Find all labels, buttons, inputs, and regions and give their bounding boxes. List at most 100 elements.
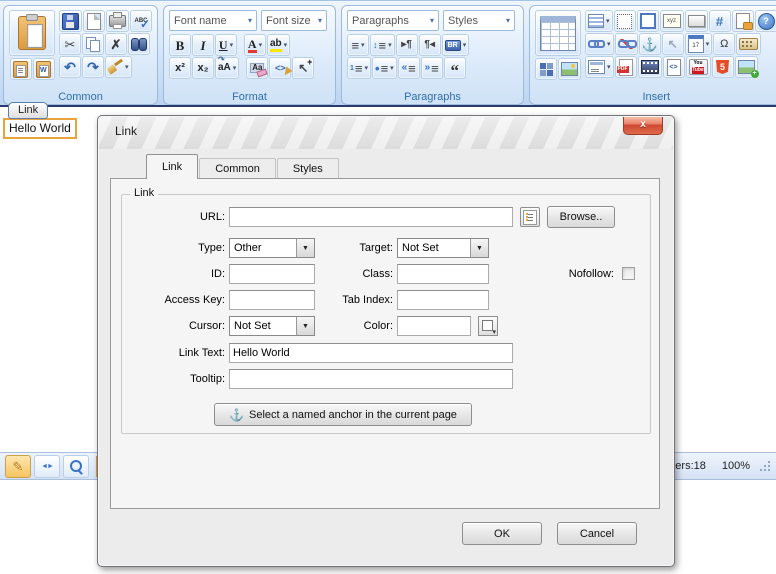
placeholder-button[interactable]: xyz <box>660 10 684 32</box>
selected-text[interactable]: Hello World <box>3 118 77 139</box>
left-to-right-button[interactable]: ▸¶ <box>396 34 418 56</box>
html-mode-button[interactable]: ◄► <box>34 455 60 478</box>
browse-button[interactable]: Browse.. <box>547 206 615 228</box>
image-icon <box>561 62 578 76</box>
align-button[interactable]: ≡▾ <box>347 34 369 56</box>
select-arrow-button[interactable]: ↖ <box>662 33 684 55</box>
insert-line-break-button[interactable]: BR▾ <box>442 34 470 56</box>
document-manager-button[interactable]: ▾ <box>585 56 614 78</box>
paste-from-word-button[interactable] <box>33 58 55 80</box>
color-input[interactable] <box>397 316 471 336</box>
youtube-button[interactable] <box>686 56 711 78</box>
date-time-button[interactable]: ▾ <box>685 33 713 55</box>
cancel-button[interactable]: Cancel <box>557 522 637 545</box>
font-color-button[interactable]: A▾ <box>244 34 266 56</box>
redo-button[interactable]: ↷ <box>82 56 104 78</box>
color-picker-button[interactable] <box>478 316 498 336</box>
indent-button[interactable]: ≡ <box>421 57 443 79</box>
tab-link[interactable]: Link <box>146 154 198 179</box>
spellcheck-button[interactable]: ABC <box>130 10 152 32</box>
tooltip-input[interactable] <box>229 369 513 389</box>
link-text-input[interactable] <box>229 343 513 363</box>
design-mode-button[interactable]: ✎ <box>5 455 31 478</box>
link-tree-button[interactable] <box>520 207 540 227</box>
blockquote-button[interactable]: “ <box>444 57 466 79</box>
tab-index-input[interactable] <box>397 290 489 310</box>
css-styles-combo[interactable]: Styles▾ <box>443 10 515 31</box>
close-button[interactable]: x <box>623 117 663 135</box>
highlight-color-button[interactable]: ab▾ <box>267 34 290 56</box>
chevron-down-icon: ▾ <box>607 63 611 71</box>
page-properties-button[interactable] <box>732 10 754 32</box>
copy-button[interactable] <box>82 33 104 55</box>
subscript-button[interactable]: x₂ <box>192 57 214 79</box>
tab-styles[interactable]: Styles <box>277 158 339 179</box>
bold-button[interactable]: B <box>169 34 191 56</box>
help-button[interactable]: ? <box>755 10 776 32</box>
format-painter-button[interactable]: ▾ <box>105 56 132 78</box>
chevron-down-icon: ▾ <box>259 41 263 49</box>
insert-pdf-button[interactable] <box>615 56 637 78</box>
form-icon <box>588 14 604 28</box>
class-input[interactable] <box>397 264 489 284</box>
new-document-button[interactable] <box>83 10 105 32</box>
select-named-anchor-button[interactable]: ⚓ Select a named anchor in the current p… <box>214 403 472 426</box>
print-button[interactable] <box>106 10 129 32</box>
insert-media-button[interactable] <box>638 56 662 78</box>
undo-button[interactable]: ↶ <box>59 56 81 78</box>
outdent-button[interactable]: ≡ <box>398 57 420 79</box>
code-snippet-button[interactable]: <> <box>663 56 685 78</box>
html5-button[interactable]: 5 <box>712 56 734 78</box>
floppy-icon <box>62 13 79 30</box>
cut-button[interactable]: ✂ <box>59 33 81 55</box>
ok-button[interactable]: OK <box>462 522 542 545</box>
keyboard-button[interactable] <box>736 33 761 55</box>
strip-formatting-button[interactable]: Aa <box>246 57 268 79</box>
select-plus-icon: ↖ <box>298 62 308 74</box>
dialog-tabstrip: Link Common Styles <box>146 154 339 179</box>
underline-button[interactable]: U▾ <box>215 34 237 56</box>
url-input[interactable] <box>229 207 513 227</box>
italic-button[interactable]: I <box>192 34 214 56</box>
insert-link-button[interactable]: ▾ <box>585 33 614 55</box>
insert-table-button[interactable] <box>535 10 581 56</box>
fieldset-button[interactable] <box>637 10 659 32</box>
insert-anchor-button[interactable]: ⚓ <box>639 33 661 55</box>
group-left-column <box>9 10 55 80</box>
dialog-title: Link <box>115 124 137 138</box>
subscript-icon: x₂ <box>197 63 208 74</box>
change-case-button[interactable]: aA▾ <box>215 57 239 79</box>
save-button[interactable] <box>59 10 82 32</box>
resize-grip-icon[interactable] <box>758 459 771 472</box>
remove-link-button[interactable] <box>615 33 638 55</box>
target-select[interactable]: Not Set ▼ <box>397 238 489 258</box>
nofollow-checkbox[interactable] <box>622 267 635 280</box>
insert-grid-button[interactable]: # <box>709 10 731 32</box>
delete-button[interactable]: ✗ <box>105 33 127 55</box>
tab-common[interactable]: Common <box>199 158 276 179</box>
numbered-list-button[interactable]: ≡▾ <box>347 57 371 79</box>
form-elements-button[interactable]: ▾ <box>585 10 613 32</box>
dialog-titlebar[interactable]: Link x <box>99 117 673 149</box>
clean-code-button[interactable]: <> <box>269 57 291 79</box>
superscript-button[interactable]: x² <box>169 57 191 79</box>
show-borders-button[interactable] <box>614 10 636 32</box>
paragraph-style-combo[interactable]: Paragraphs▾ <box>347 10 439 31</box>
right-to-left-button[interactable]: ¶◂ <box>419 34 441 56</box>
insert-image-button[interactable] <box>735 56 758 78</box>
select-element-button[interactable]: ↖ <box>292 57 314 79</box>
line-spacing-button[interactable]: ≡▾ <box>370 34 395 56</box>
paste-button[interactable] <box>9 10 55 56</box>
preview-mode-button[interactable] <box>63 455 89 478</box>
module-manager-button[interactable] <box>535 58 557 80</box>
chevron-down-icon[interactable]: ▼ <box>470 239 488 257</box>
find-button[interactable] <box>128 33 150 55</box>
special-character-button[interactable]: Ω <box>713 33 735 55</box>
chevron-down-icon: ▾ <box>463 41 467 49</box>
bullet-list-button[interactable]: ≡▾ <box>372 57 397 79</box>
font-size-combo[interactable]: Font size▾ <box>261 10 327 31</box>
font-name-combo[interactable]: Font name▾ <box>169 10 257 31</box>
text-box-button[interactable] <box>685 10 708 32</box>
paste-plain-button[interactable] <box>10 58 32 80</box>
image-manager-button[interactable] <box>558 58 581 80</box>
